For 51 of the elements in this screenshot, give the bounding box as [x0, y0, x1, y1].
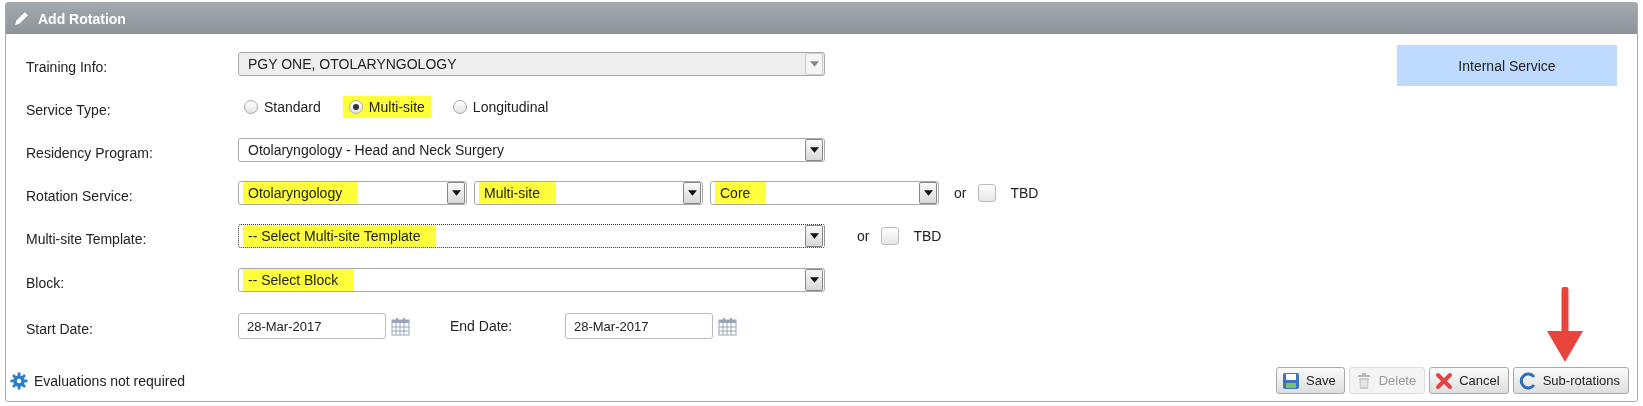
date-field[interactable]: 28-Mar-2017	[565, 313, 713, 339]
field-label: Block:	[26, 274, 66, 291]
dropdown-field[interactable]: -- Select Multi-site Template	[238, 223, 825, 248]
field-label: End Date:	[450, 318, 514, 334]
sub-rotations-button[interactable]: Sub-rotations	[1512, 367, 1629, 394]
or-label: or	[954, 184, 967, 201]
field-label: Residency Program:	[26, 143, 154, 161]
save-button[interactable]: Save	[1276, 367, 1345, 394]
dropdown-caret-icon	[809, 277, 819, 283]
gear-icon	[10, 371, 28, 390]
selected-value: -- Select Block	[243, 269, 355, 291]
dropdown-caret-icon	[687, 189, 697, 196]
checkbox[interactable]	[978, 183, 997, 202]
or-label: or	[857, 227, 870, 244]
pencil-icon	[13, 10, 30, 27]
checkbox-label: TBD	[913, 227, 942, 244]
dropdown-caret-icon	[809, 146, 819, 153]
dropdown-caret-icon	[923, 189, 933, 196]
selected-value: Multi-site	[479, 181, 556, 204]
radio-option[interactable]: Standard	[238, 95, 327, 118]
dropdown-field[interactable]: Otolaryngology - Head and Neck Surgery	[238, 137, 825, 162]
close-icon	[1435, 371, 1454, 390]
field-label: Multi-site Template:	[26, 229, 148, 247]
dropdown-field[interactable]: Core	[710, 180, 939, 205]
field-label: Training Info:	[26, 57, 109, 75]
selected-value: -- Select Multi-site Template	[243, 224, 437, 247]
field-label: Service Type:	[26, 100, 112, 118]
field-label: Start Date:	[26, 320, 94, 337]
selected-value: PGY ONE, OTOLARYNGOLOGY	[247, 54, 458, 74]
calendar-icon	[391, 316, 410, 336]
dropdown-field[interactable]: Multi-site	[474, 180, 703, 205]
checkbox[interactable]	[881, 226, 900, 245]
cancel-button[interactable]: Cancel	[1429, 367, 1509, 394]
service-badge: Internal Service	[1397, 45, 1617, 86]
checkbox-label: TBD	[1010, 184, 1039, 201]
selected-value: Otolaryngology - Head and Neck Surgery	[247, 140, 506, 160]
refresh-icon	[1518, 371, 1537, 390]
dropdown-field[interactable]: Otolaryngology	[238, 180, 467, 205]
dropdown-caret-icon	[809, 60, 819, 67]
dropdown-caret-icon	[809, 232, 819, 239]
dropdown-caret-icon	[451, 189, 461, 196]
radio-option[interactable]: Longitudinal	[446, 95, 555, 118]
dropdown-field[interactable]: -- Select Block	[238, 268, 825, 292]
selected-value: Otolaryngology	[243, 181, 359, 204]
field-label: Rotation Service:	[26, 186, 134, 204]
window-title: Add Rotation	[38, 10, 126, 27]
note-text: Evaluations not required	[34, 372, 185, 389]
radio-option[interactable]: Multi-site	[342, 95, 431, 118]
calendar-icon	[718, 316, 737, 336]
date-field[interactable]: 28-Mar-2017	[238, 313, 386, 339]
selected-value: Core	[715, 181, 767, 204]
